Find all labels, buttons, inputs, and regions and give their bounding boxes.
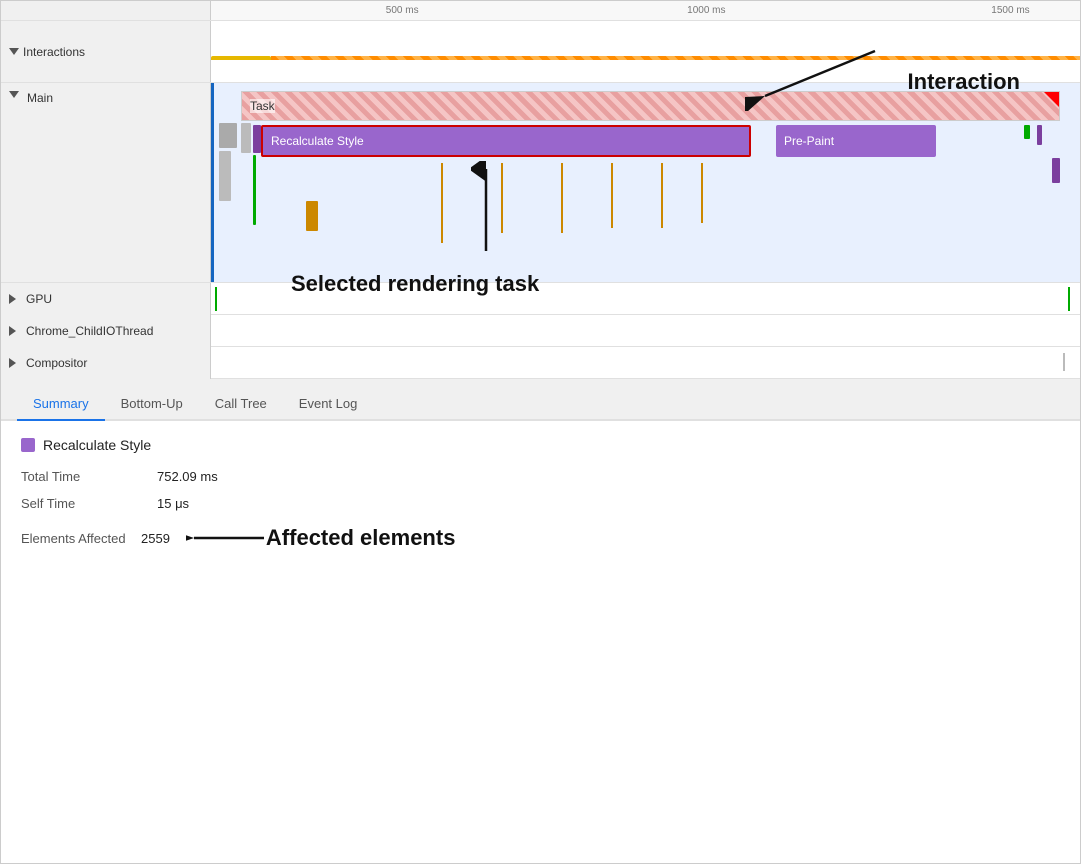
interactions-label: Interactions xyxy=(23,45,85,59)
tabs-bar: Summary Bottom-Up Call Tree Event Log xyxy=(1,379,1080,421)
tick-1000: 1000 ms xyxy=(687,5,725,16)
interaction-bar[interactable]: Pointer xyxy=(271,56,1080,60)
compositor-bar xyxy=(1063,353,1065,371)
summary-title-text: Recalculate Style xyxy=(43,437,151,453)
compositor-label: Compositor xyxy=(26,356,87,370)
recalc-label: Recalculate Style xyxy=(271,134,364,148)
interaction-bar-area: Pointer xyxy=(211,44,1080,60)
orange-marker-3 xyxy=(561,163,563,233)
orange-block-1 xyxy=(306,201,318,231)
ruler-header xyxy=(1,1,211,20)
tick-1500: 1500 ms xyxy=(991,5,1029,16)
ruler-ticks: 500 ms 1000 ms 1500 ms xyxy=(211,1,1080,20)
small-purple-1 xyxy=(253,125,261,153)
small-gray-3 xyxy=(219,151,231,201)
task-label: Task xyxy=(250,99,275,113)
compositor-track xyxy=(211,347,1080,378)
tab-summary[interactable]: Summary xyxy=(17,388,105,421)
task-red-corner xyxy=(1044,92,1059,107)
main-expand-icon[interactable] xyxy=(9,91,19,98)
elements-affected-row: Elements Affected 2559 Affected elements xyxy=(21,523,1060,553)
prepaint-bar[interactable]: Pre-Paint xyxy=(776,125,936,157)
orange-marker-5 xyxy=(661,163,663,228)
purple-icon xyxy=(21,438,35,452)
recalc-bar[interactable]: Recalculate Style xyxy=(261,125,751,157)
small-purple-r1 xyxy=(1037,125,1042,145)
chrome-child-track xyxy=(211,315,1080,346)
interactions-header: Interactions xyxy=(1,21,211,82)
tab-bottom-up[interactable]: Bottom-Up xyxy=(105,388,199,421)
green-bar-1 xyxy=(253,155,256,225)
chrome-child-label: Chrome_ChildIOThread xyxy=(26,324,153,338)
gpu-expand-icon[interactable] xyxy=(9,294,16,304)
self-time-row: Self Time 15 μs xyxy=(21,496,1060,511)
chrome-child-header: Chrome_ChildIOThread xyxy=(1,315,211,347)
main-left-border xyxy=(211,83,214,282)
gpu-label: GPU xyxy=(26,292,52,306)
task-bar[interactable]: Task xyxy=(241,91,1060,121)
summary-section: Recalculate Style Total Time 752.09 ms S… xyxy=(1,421,1080,569)
orange-marker-2 xyxy=(501,163,503,233)
self-time-value: 15 μs xyxy=(157,496,189,511)
tab-event-log[interactable]: Event Log xyxy=(283,388,374,421)
gpu-row: GPU xyxy=(1,283,1080,315)
gpu-header: GPU xyxy=(1,283,211,315)
main-header: Main xyxy=(1,83,211,282)
main-track-content: Task Recalculate Style Pre-Paint xyxy=(211,83,1080,282)
gpu-green-1 xyxy=(215,287,217,311)
compositor-expand-icon[interactable] xyxy=(9,358,16,368)
tab-call-tree[interactable]: Call Tree xyxy=(199,388,283,421)
prepaint-label: Pre-Paint xyxy=(784,134,834,148)
affected-arrow-svg xyxy=(186,523,266,553)
gpu-green-2 xyxy=(1068,287,1070,311)
compositor-row: Compositor xyxy=(1,347,1080,379)
total-time-value: 752.09 ms xyxy=(157,469,218,484)
main-label: Main xyxy=(27,91,53,105)
small-gray-2 xyxy=(241,123,251,153)
selected-rendering-arrow xyxy=(471,161,501,251)
orange-marker-1 xyxy=(441,163,443,243)
self-time-label: Self Time xyxy=(21,496,141,511)
time-ruler: 500 ms 1000 ms 1500 ms xyxy=(1,1,1080,21)
main-row: Main Task Recalculate Style xyxy=(1,83,1080,283)
orange-marker-4 xyxy=(611,163,613,228)
elements-value: 2559 xyxy=(141,531,170,546)
interactions-row: Interactions Pointer xyxy=(1,21,1080,83)
affected-elements-annotation: Affected elements xyxy=(266,525,456,551)
full-layout: 500 ms 1000 ms 1500 ms Interactions Poin… xyxy=(1,1,1080,569)
total-time-label: Total Time xyxy=(21,469,141,484)
small-gray-1 xyxy=(219,123,237,148)
chrome-child-expand-icon[interactable] xyxy=(9,326,16,336)
compositor-header: Compositor xyxy=(1,347,211,379)
interactions-expand-icon[interactable] xyxy=(9,48,19,55)
yellow-block xyxy=(211,56,271,60)
gpu-track xyxy=(211,283,1080,314)
tick-500: 500 ms xyxy=(386,5,419,16)
total-time-row: Total Time 752.09 ms xyxy=(21,469,1060,484)
summary-title: Recalculate Style xyxy=(21,437,1060,453)
elements-label: Elements Affected xyxy=(21,531,141,546)
orange-marker-6 xyxy=(701,163,703,223)
chrome-child-row: Chrome_ChildIOThread xyxy=(1,315,1080,347)
small-green-r1 xyxy=(1024,125,1030,139)
small-purple-r2 xyxy=(1052,158,1060,183)
